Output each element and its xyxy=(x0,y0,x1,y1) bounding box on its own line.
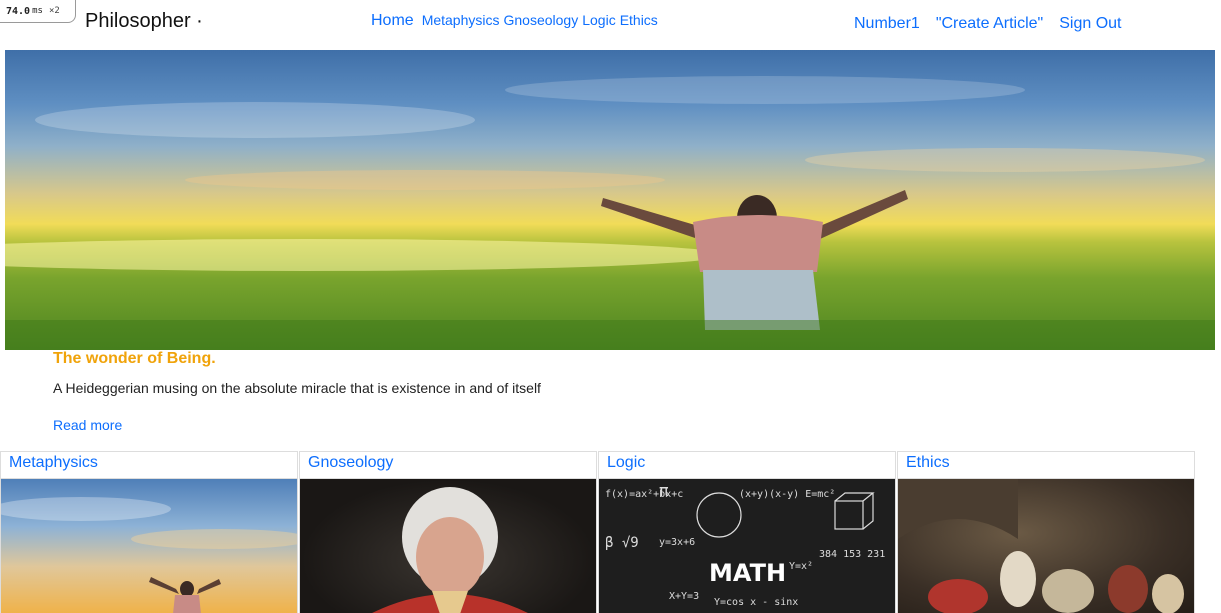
feature-title[interactable]: The wonder of Being. xyxy=(53,350,216,368)
card-gnoseology[interactable]: Gnoseology xyxy=(299,451,597,613)
perf-multiplier: ×2 xyxy=(48,6,60,16)
card-image xyxy=(898,479,1194,613)
perf-time: 74.0 xyxy=(6,5,31,17)
nav-logic[interactable]: Logic xyxy=(582,12,615,28)
category-nav: Home Metaphysics Gnoseology Logic Ethics xyxy=(371,12,662,30)
nav-home[interactable]: Home xyxy=(371,12,414,30)
nav-ethics[interactable]: Ethics xyxy=(620,12,658,28)
brand-logo[interactable]: Philosopher · xyxy=(85,10,203,33)
nav-gnoseology[interactable]: Gnoseology xyxy=(504,12,579,28)
nav-username[interactable]: Number1 xyxy=(854,15,920,33)
nav-metaphysics[interactable]: Metaphysics xyxy=(422,12,500,28)
card-metaphysics[interactable]: Metaphysics xyxy=(0,451,298,613)
feature-description: A Heideggerian musing on the absolute mi… xyxy=(53,380,541,396)
category-cards: Metaphysics Gnoseology Logic f(x)=ax²+bx… xyxy=(0,451,1197,613)
card-title[interactable]: Ethics xyxy=(898,452,1194,479)
card-title[interactable]: Logic xyxy=(599,452,895,479)
card-image xyxy=(1,479,297,613)
card-title[interactable]: Metaphysics xyxy=(1,452,297,479)
performance-badge: 74.0 ms ×2 xyxy=(0,0,76,23)
hero-illustration xyxy=(5,76,1215,350)
nav-create-article[interactable]: "Create Article" xyxy=(936,15,1043,33)
card-image: f(x)=ax²+bx+c π (x+y)(x-y) E=mc² β √9 y=… xyxy=(599,479,895,613)
read-more-link[interactable]: Read more xyxy=(53,417,122,433)
card-image xyxy=(300,479,596,613)
perf-unit: ms xyxy=(32,6,43,16)
math-board-text: MATH xyxy=(709,559,787,587)
card-logic[interactable]: Logic f(x)=ax²+bx+c π (x+y)(x-y) E=mc² β… xyxy=(598,451,896,613)
hero-image xyxy=(5,50,1215,350)
card-title[interactable]: Gnoseology xyxy=(300,452,596,479)
user-nav: Number1 "Create Article" Sign Out xyxy=(854,15,1121,33)
card-ethics[interactable]: Ethics xyxy=(897,451,1195,613)
nav-sign-out[interactable]: Sign Out xyxy=(1059,15,1121,33)
